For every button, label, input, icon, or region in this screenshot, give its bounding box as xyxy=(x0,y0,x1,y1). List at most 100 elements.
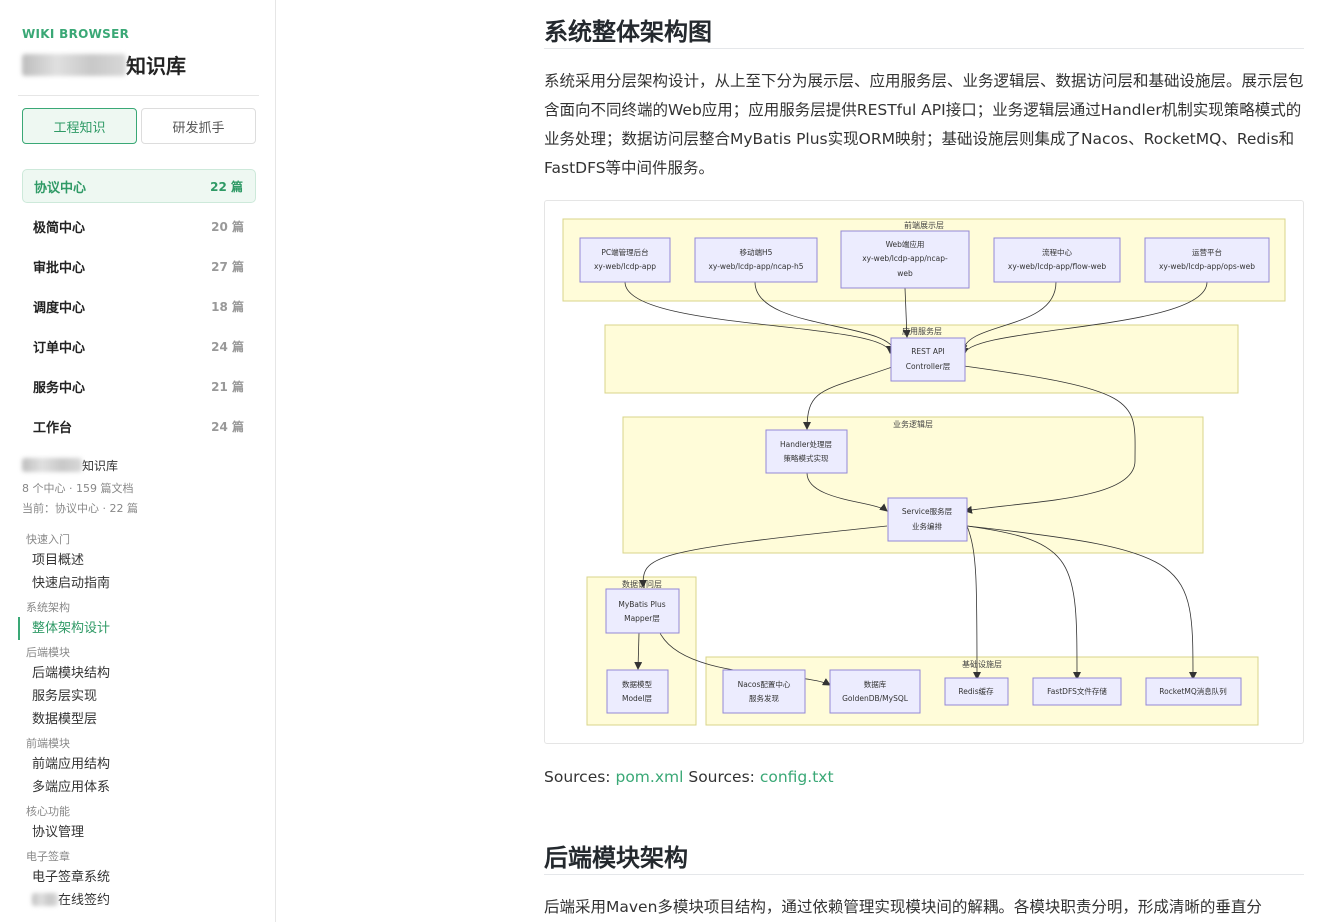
doc-nav: 快速入门 项目概述 快速启动指南 系统架构 整体架构设计 后端模块 后端模块结构… xyxy=(18,527,258,912)
center-list: 协议中心 22 篇 极简中心 20 篇 审批中心 27 篇 调度中心 18 篇 … xyxy=(22,169,256,449)
node-nacos: Nacos配置中心 服务发现 xyxy=(722,669,806,714)
center-name: 协议中心 xyxy=(34,180,87,196)
sources-label: Sources: xyxy=(544,768,611,786)
svg-text:RocketMQ消息队列: RocketMQ消息队列 xyxy=(1159,686,1227,696)
backend-paragraph: 后端采用Maven多模块项目结构，通过依赖管理实现模块间的解耦。各模块职责分明，… xyxy=(544,898,1262,916)
nav-item-data-model[interactable]: 数据模型层 xyxy=(18,708,258,731)
nav-item-online-sign-label: 在线签约 xyxy=(58,893,111,908)
center-count: 21 篇 xyxy=(211,379,244,394)
node-rocketmq: RocketMQ消息队列 xyxy=(1145,677,1242,706)
architecture-paragraph: 系统采用分层架构设计，从上至下分为展示层、应用服务层、业务逻辑层、数据访问层和基… xyxy=(544,72,1304,177)
svg-text:MyBatis Plus: MyBatis Plus xyxy=(618,600,665,609)
svg-text:移动端H5: 移动端H5 xyxy=(740,247,773,257)
layer-label: 业务逻辑层 xyxy=(893,419,933,429)
tab-engineering[interactable]: 工程知识 xyxy=(22,108,137,144)
main-content: 系统整体架构图 系统采用分层架构设计，从上至下分为展示层、应用服务层、业务逻辑层… xyxy=(277,0,1336,922)
center-item-protocol[interactable]: 协议中心 22 篇 xyxy=(22,169,256,203)
redacted-text xyxy=(22,54,126,76)
nav-item-frontend-structure[interactable]: 前端应用结构 xyxy=(18,753,258,776)
svg-text:服务发现: 服务发现 xyxy=(749,693,779,703)
section-title-architecture: 系统整体架构图 xyxy=(544,18,712,46)
sidebar: WIKI BROWSER 知识库 工程知识 研发抓手 协议中心 22 篇 极简中… xyxy=(0,0,276,922)
svg-text:运营平台: 运营平台 xyxy=(1192,247,1222,257)
redacted-text xyxy=(32,893,58,906)
svg-text:xy-web/lcdp-app/ops-web: xy-web/lcdp-app/ops-web xyxy=(1159,262,1255,271)
tab-rd-tools[interactable]: 研发抓手 xyxy=(141,108,256,144)
layer-label: 基础设施层 xyxy=(962,659,1002,669)
svg-text:数据库: 数据库 xyxy=(864,679,887,689)
node-mobile-h5: 移动端H5 xy-web/lcdp-app/ncap-h5 xyxy=(694,237,818,283)
sidebar-divider xyxy=(18,95,259,96)
node-web-app: Web端应用 xy-web/lcdp-app/ncap- web xyxy=(840,230,970,289)
center-count: 24 篇 xyxy=(211,419,244,434)
sources-label: Sources: xyxy=(688,768,755,786)
svg-text:Nacos配置中心: Nacos配置中心 xyxy=(738,679,791,689)
nav-item-esign-system[interactable]: 电子签章系统 xyxy=(18,866,258,889)
nav-group-label: 系统架构 xyxy=(26,601,70,614)
architecture-diagram: 前端展示层 应用服务层 业务逻辑层 数据访问层 基础设施层 PC端管理后台 xy… xyxy=(544,200,1304,744)
svg-text:FastDFS文件存储: FastDFS文件存储 xyxy=(1047,686,1107,696)
center-item-minimal[interactable]: 极简中心 20 篇 xyxy=(22,209,256,243)
nav-item-protocol-mgmt[interactable]: 协议管理 xyxy=(18,821,258,844)
center-count: 22 篇 xyxy=(210,179,243,194)
center-name: 工作台 xyxy=(33,420,73,436)
kb-stats: 8 个中心 · 159 篇文档 xyxy=(22,482,134,495)
kb-title: 知识库 xyxy=(22,50,186,79)
nav-item-quickstart[interactable]: 快速启动指南 xyxy=(18,572,258,595)
svg-text:流程中心: 流程中心 xyxy=(1042,247,1072,257)
nav-group-label: 前端模块 xyxy=(26,737,70,750)
layer-label: 数据访问层 xyxy=(622,579,662,589)
title-underline xyxy=(544,874,1304,875)
node-rest-api: REST API Controller层 xyxy=(890,337,966,382)
nav-item-online-sign[interactable]: 在线签约 xyxy=(18,889,258,912)
svg-text:Service服务层: Service服务层 xyxy=(902,506,953,516)
svg-text:策略模式实现: 策略模式实现 xyxy=(784,453,829,463)
nav-item-backend-structure[interactable]: 后端模块结构 xyxy=(18,662,258,685)
kb-current: 当前：协议中心 · 22 篇 xyxy=(22,502,138,515)
node-flow-center: 流程中心 xy-web/lcdp-app/flow-web xyxy=(993,237,1121,283)
center-item-scheduling[interactable]: 调度中心 18 篇 xyxy=(22,289,256,323)
nav-item-service-layer[interactable]: 服务层实现 xyxy=(18,685,258,708)
svg-text:web: web xyxy=(897,269,913,278)
center-count: 18 篇 xyxy=(211,299,244,314)
knowledge-tabs: 工程知识 研发抓手 xyxy=(22,108,256,144)
center-item-order[interactable]: 订单中心 24 篇 xyxy=(22,329,256,363)
svg-text:Web端应用: Web端应用 xyxy=(886,239,925,249)
center-name: 极简中心 xyxy=(33,220,86,236)
svg-text:xy-web/lcdp-app/flow-web: xy-web/lcdp-app/flow-web xyxy=(1008,262,1106,271)
nav-group-label: 后端模块 xyxy=(26,646,70,659)
svg-text:Model层: Model层 xyxy=(622,694,653,703)
svg-text:Handler处理层: Handler处理层 xyxy=(780,439,833,449)
layer-label: 前端展示层 xyxy=(904,220,944,230)
center-item-workbench[interactable]: 工作台 24 篇 xyxy=(22,409,256,443)
svg-text:xy-web/lcdp-app/ncap-: xy-web/lcdp-app/ncap- xyxy=(862,254,948,263)
section-title-backend: 后端模块架构 xyxy=(544,844,688,872)
source-link-config[interactable]: config.txt xyxy=(760,768,834,786)
svg-text:GoldenDB/MySQL: GoldenDB/MySQL xyxy=(842,694,909,703)
nav-item-architecture[interactable]: 整体架构设计 xyxy=(18,617,258,640)
svg-text:业务编排: 业务编排 xyxy=(912,521,942,531)
svg-text:Redis缓存: Redis缓存 xyxy=(958,686,994,696)
layer-label: 应用服务层 xyxy=(902,326,942,336)
node-fastdfs: FastDFS文件存储 xyxy=(1032,677,1122,706)
nav-group-label: 快速入门 xyxy=(26,533,70,546)
center-count: 27 篇 xyxy=(211,259,244,274)
kb-title-suffix: 知识库 xyxy=(126,54,186,78)
node-service: Service服务层 业务编排 xyxy=(887,497,968,542)
node-handler: Handler处理层 策略模式实现 xyxy=(765,429,848,474)
center-item-service[interactable]: 服务中心 21 篇 xyxy=(22,369,256,403)
center-name: 审批中心 xyxy=(33,260,86,276)
kb-info-suffix: 知识库 xyxy=(82,459,119,473)
nav-item-overview[interactable]: 项目概述 xyxy=(18,549,258,572)
nav-item-multi-client[interactable]: 多端应用体系 xyxy=(18,776,258,799)
svg-text:Controller层: Controller层 xyxy=(906,362,951,371)
svg-text:REST API: REST API xyxy=(911,347,945,356)
center-name: 服务中心 xyxy=(33,380,86,396)
svg-text:xy-web/lcdp-app: xy-web/lcdp-app xyxy=(594,262,656,271)
center-name: 调度中心 xyxy=(33,300,86,316)
center-item-approval[interactable]: 审批中心 27 篇 xyxy=(22,249,256,283)
redacted-text xyxy=(22,458,82,472)
architecture-diagram-svg: 前端展示层 应用服务层 业务逻辑层 数据访问层 基础设施层 PC端管理后台 xy… xyxy=(562,218,1286,726)
source-link-pom[interactable]: pom.xml xyxy=(615,768,683,786)
node-ops-platform: 运营平台 xy-web/lcdp-app/ops-web xyxy=(1144,237,1270,283)
